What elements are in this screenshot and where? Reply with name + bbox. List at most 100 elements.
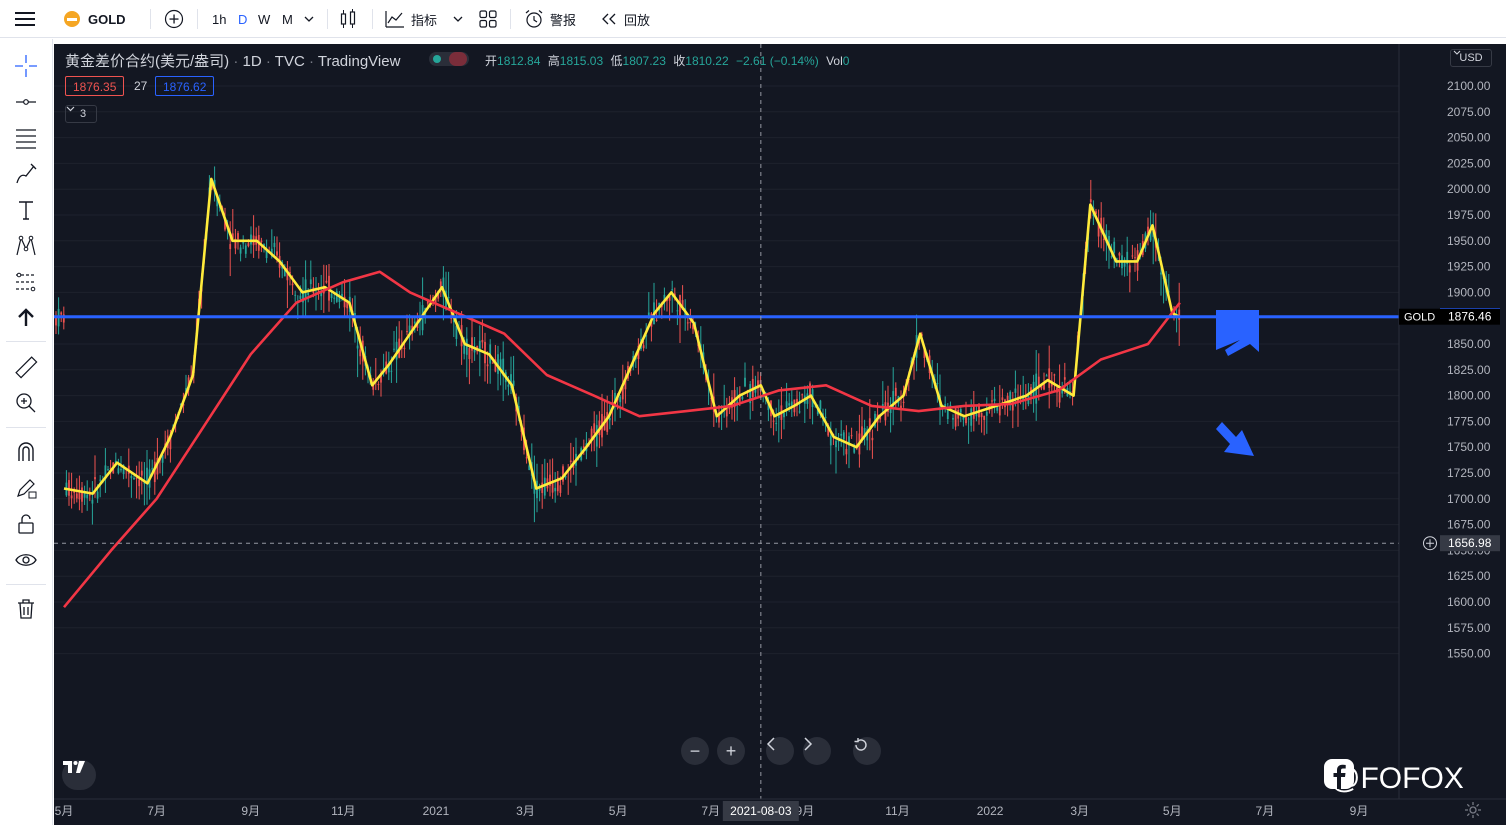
time-tick-label: 11月	[885, 804, 909, 818]
zoom-in-button[interactable]: +	[717, 737, 745, 765]
scroll-left-button[interactable]	[766, 737, 794, 765]
symbol-tag-text: GOLD	[1404, 312, 1435, 324]
chevron-down-icon	[66, 106, 75, 112]
slow-ma-line	[62, 270, 1181, 609]
candle-body	[1134, 257, 1136, 259]
candle-body	[554, 487, 557, 492]
close-value: 1810.22	[685, 54, 729, 68]
cursor-arrow-tool[interactable]	[9, 303, 43, 333]
interval-dropdown[interactable]	[304, 0, 314, 38]
facebook-icon	[1324, 759, 1354, 789]
candle-body	[94, 477, 96, 480]
delete-drawings-tool[interactable]	[9, 594, 43, 624]
candle-body	[671, 289, 674, 291]
candle-body	[237, 233, 239, 240]
candle-body	[850, 435, 853, 437]
chart-pane[interactable]: 2100.00 2075.00 2050.00 2025.00 2000.00 1975.…	[54, 44, 1506, 825]
prediction-tool[interactable]	[9, 267, 43, 297]
fib-tool[interactable]	[9, 123, 43, 153]
legend-source: TVC	[274, 53, 305, 70]
indicators-dropdown[interactable]	[453, 0, 463, 38]
hide-drawings-tool[interactable]	[9, 545, 43, 575]
candle-body	[1160, 272, 1162, 275]
candle-body	[138, 479, 141, 487]
candle-body	[99, 479, 102, 481]
candle-body	[983, 415, 986, 420]
indicators-collapse-button[interactable]: 3	[65, 105, 97, 123]
candle-body	[1053, 374, 1056, 376]
chart-settings-button[interactable]	[1464, 801, 1486, 823]
candle-body	[775, 423, 778, 425]
time-tick-label: 5月	[55, 804, 74, 818]
minus-icon: −	[689, 740, 701, 761]
brush-tool[interactable]	[9, 159, 43, 189]
candle-body	[842, 432, 845, 440]
interval-1h[interactable]: 1h	[212, 0, 226, 38]
interval-w[interactable]: W	[258, 0, 270, 38]
price-tick-label: 1950.00	[1447, 234, 1491, 248]
symbol-search-button[interactable]: GOLD	[63, 0, 126, 38]
indicators-button[interactable]: 指标	[385, 0, 437, 38]
chart-type-button[interactable]	[339, 0, 357, 38]
candle-body	[304, 279, 307, 298]
zoom-in-icon	[16, 393, 36, 413]
gear-icon	[1465, 802, 1481, 818]
scroll-right-button[interactable]	[803, 737, 831, 765]
candle-body	[276, 251, 278, 256]
candle-body	[468, 348, 471, 360]
crosshair-tool[interactable]	[9, 51, 43, 81]
reset-chart-button[interactable]	[853, 737, 881, 765]
candle-body	[993, 398, 996, 401]
tradingview-logo[interactable]	[62, 760, 96, 790]
currency-selector[interactable]: USD	[1450, 49, 1492, 67]
candle-body	[1110, 256, 1113, 258]
candle-body	[117, 468, 120, 474]
buy-price-box[interactable]: 1876.62	[155, 76, 215, 96]
candle-body	[1063, 377, 1066, 380]
magnet-tool[interactable]	[9, 437, 43, 467]
candle-body	[541, 482, 544, 494]
indicators-label: 指标	[411, 12, 438, 28]
layout-button[interactable]	[479, 0, 497, 38]
sell-price-box[interactable]: 1876.35	[65, 76, 125, 96]
pattern-tool[interactable]	[9, 231, 43, 261]
measure-tool[interactable]	[9, 352, 43, 382]
arrow-down-right-icon	[1216, 422, 1254, 456]
zoom-out-button[interactable]: −	[681, 737, 709, 765]
candle-body	[619, 396, 622, 403]
trend-line-tool[interactable]	[9, 87, 43, 117]
time-tick-label: 9月	[1350, 804, 1369, 818]
lock-drawing-tool[interactable]	[9, 473, 43, 503]
interval-m[interactable]: M	[282, 0, 293, 38]
replay-label: 回放	[624, 12, 651, 28]
candle-body	[91, 499, 94, 504]
market-status-toggle[interactable]	[429, 52, 469, 66]
candle-body	[975, 413, 978, 417]
candle-body	[853, 447, 856, 453]
alert-button[interactable]: 警报	[524, 0, 576, 38]
price-chart[interactable]: 2100.00 2075.00 2050.00 2025.00 2000.00 1975.…	[54, 44, 1506, 825]
interval-d[interactable]: D	[238, 0, 247, 38]
price-tick-label: 2025.00	[1447, 156, 1491, 170]
candle-body	[465, 338, 468, 355]
candle-body	[491, 362, 494, 364]
plus-circle-icon	[164, 9, 184, 29]
zoom-tool[interactable]	[9, 388, 43, 418]
menu-icon[interactable]	[14, 0, 36, 38]
candle-body	[333, 297, 336, 299]
alert-label: 警报	[550, 12, 577, 28]
compare-symbol-button[interactable]	[164, 0, 184, 38]
candle-body	[146, 467, 148, 482]
candle-body	[741, 396, 744, 400]
lock-all-tool[interactable]	[9, 509, 43, 539]
text-tool[interactable]	[9, 195, 43, 225]
candle-body	[801, 394, 804, 396]
chevron-down-icon	[453, 16, 463, 22]
time-tick-label: 3月	[1070, 804, 1089, 818]
candle-body	[829, 435, 832, 446]
replay-button[interactable]: 回放	[600, 0, 650, 38]
candle-body	[845, 448, 848, 455]
candle-body	[962, 417, 965, 420]
candle-body	[140, 470, 143, 476]
crosshair-price-text: 1656.98	[1448, 536, 1492, 550]
